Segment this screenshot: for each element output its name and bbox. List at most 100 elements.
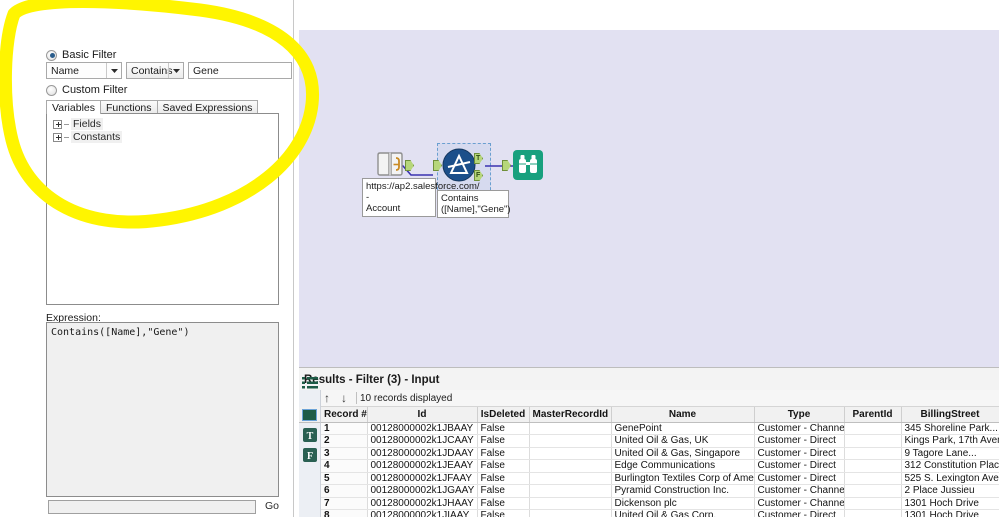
table-row[interactable]: 4 00128000002k1JEAAY False Edge Communicati…: [321, 459, 999, 473]
custom-filter-radio[interactable]: [46, 84, 57, 96]
search-input[interactable]: [48, 500, 256, 514]
table-cell: 4: [321, 459, 368, 473]
tree-item-fields[interactable]: Fields: [53, 118, 278, 130]
binoculars-browse-icon: [511, 148, 545, 182]
column-header-id[interactable]: Id: [367, 407, 478, 423]
workflow-canvas[interactable]: https://ap2.salesforce.com/ - Account T …: [299, 30, 999, 367]
variables-tree[interactable]: Fields Constants: [46, 113, 279, 305]
bool-type-icon[interactable]: F: [302, 447, 318, 463]
table-cell: Customer - Direct: [754, 509, 845, 517]
basic-filter-label: Basic Filter: [62, 49, 117, 61]
table-cell: GenePoint: [611, 422, 755, 435]
table-cell: [529, 484, 612, 498]
toolbar-divider: [356, 392, 357, 404]
table-cell: [844, 447, 902, 460]
chevron-down-icon[interactable]: [168, 63, 183, 78]
column-header-masterrecordid[interactable]: MasterRecordId: [529, 407, 612, 423]
column-header-name[interactable]: Name: [611, 407, 755, 423]
salesforce-input-book-icon: [373, 148, 407, 182]
column-header-parentid[interactable]: ParentId: [844, 407, 902, 423]
results-grid[interactable]: Record # Id IsDeleted MasterRecordId Name Typ…: [321, 407, 999, 517]
canvas-top-strip: [299, 0, 999, 30]
table-cell: False: [477, 447, 530, 460]
expand-plus-icon[interactable]: [53, 119, 62, 129]
table-cell: [844, 472, 902, 485]
table-row[interactable]: 1 00128000002k1JBAAY False GenePoint Custome…: [321, 422, 999, 435]
node-browse[interactable]: [502, 148, 545, 182]
field-select-value: Name: [51, 64, 80, 77]
table-cell: [844, 422, 902, 435]
tree-connector: [64, 136, 69, 138]
text-type-icon[interactable]: T: [302, 427, 318, 443]
table-cell: United Oil & Gas, UK: [611, 434, 755, 448]
table-cell: [844, 459, 902, 473]
table-cell: False: [477, 459, 530, 473]
table-cell: False: [477, 484, 530, 498]
table-row[interactable]: 3 00128000002k1JDAAY False United Oil & Gas…: [321, 447, 999, 460]
basic-filter-option[interactable]: Basic Filter: [46, 49, 116, 61]
table-row[interactable]: 5 00128000002k1JFAAY False Burlington Texti…: [321, 472, 999, 485]
field-select[interactable]: Name: [46, 62, 122, 79]
node-filter[interactable]: T F: [433, 148, 483, 182]
table-cell: Customer - Channel: [754, 484, 845, 498]
table-cell: [529, 422, 612, 435]
tab-saved-expressions[interactable]: Saved Expressions: [156, 100, 259, 114]
column-header-type[interactable]: Type: [754, 407, 845, 423]
table-cell: Dickenson plc: [611, 497, 755, 510]
table-cell: Customer - Direct: [754, 459, 845, 473]
table-cell: 525 S. Lexington Ave: [901, 472, 999, 485]
table-cell: False: [477, 434, 530, 448]
table-cell: 00128000002k1JIAAY: [367, 509, 478, 517]
go-button[interactable]: Go: [265, 500, 279, 512]
table-cell: [529, 459, 612, 473]
table-row[interactable]: 2 00128000002k1JCAAY False United Oil & Gas…: [321, 434, 999, 448]
expression-tabstrip: Variables Functions Saved Expressions: [46, 100, 259, 114]
table-cell: Burlington Textiles Corp of America: [611, 472, 755, 485]
operator-select[interactable]: Contains: [126, 62, 184, 79]
basic-filter-radio[interactable]: [46, 49, 57, 61]
tab-functions[interactable]: Functions: [100, 100, 158, 114]
tree-item-fields-label: Fields: [71, 118, 104, 130]
tree-connector: [64, 123, 69, 125]
column-header-billingstreet[interactable]: BillingStreet: [901, 407, 999, 423]
column-header-isdeleted[interactable]: IsDeleted: [477, 407, 530, 423]
grid-corner[interactable]: [299, 407, 321, 423]
table-cell: [844, 497, 902, 510]
filter-value-input[interactable]: [188, 62, 292, 79]
expression-textarea[interactable]: Contains([Name],"Gene"): [46, 322, 279, 497]
panel-left-margin: [0, 0, 44, 517]
table-cell: 345 Shoreline Park...: [901, 422, 999, 435]
table-cell: Edge Communications: [611, 459, 755, 473]
table-cell: Customer - Channel: [754, 422, 845, 435]
tree-item-constants[interactable]: Constants: [53, 131, 278, 143]
table-cell: 6: [321, 484, 368, 498]
table-cell: [529, 434, 612, 448]
table-cell: False: [477, 509, 530, 517]
svg-text:T: T: [307, 431, 314, 442]
table-row[interactable]: 7 00128000002k1JHAAY False Dickenson plc Cus…: [321, 497, 999, 510]
table-cell: 312 Constitution Place...: [901, 459, 999, 473]
tab-variables-label: Variables: [52, 101, 95, 114]
filter-config-panel: Basic Filter Name Contains Custom Filter: [0, 0, 294, 517]
table-cell: [529, 472, 612, 485]
table-cell: [529, 509, 612, 517]
operator-select-value: Contains: [131, 64, 173, 77]
table-cell: 2 Place Jussieu: [901, 484, 999, 498]
table-row[interactable]: 6 00128000002k1JGAAY False Pyramid Construc…: [321, 484, 999, 498]
column-header-record[interactable]: Record #: [321, 407, 368, 423]
chevron-down-icon[interactable]: [106, 63, 121, 78]
arrow-down-icon[interactable]: ↓: [341, 392, 347, 404]
node-salesforce-input[interactable]: [373, 148, 414, 182]
data-swatch-icon[interactable]: [302, 409, 317, 421]
list-view-icon[interactable]: [302, 376, 318, 392]
expand-plus-icon[interactable]: [53, 132, 62, 142]
table-cell: Customer - Direct: [754, 447, 845, 460]
tab-saved-expressions-label: Saved Expressions: [162, 101, 253, 114]
input-node-tooltip: https://ap2.salesforce.com/ - Account: [362, 178, 480, 217]
table-row[interactable]: 8 00128000002k1JIAAY False United Oil & Gas…: [321, 509, 999, 517]
table-cell: False: [477, 497, 530, 510]
arrow-up-icon[interactable]: ↑: [324, 392, 330, 404]
tab-variables[interactable]: Variables: [46, 100, 101, 114]
custom-filter-option[interactable]: Custom Filter: [46, 84, 127, 96]
table-cell: 00128000002k1JFAAY: [367, 472, 478, 485]
